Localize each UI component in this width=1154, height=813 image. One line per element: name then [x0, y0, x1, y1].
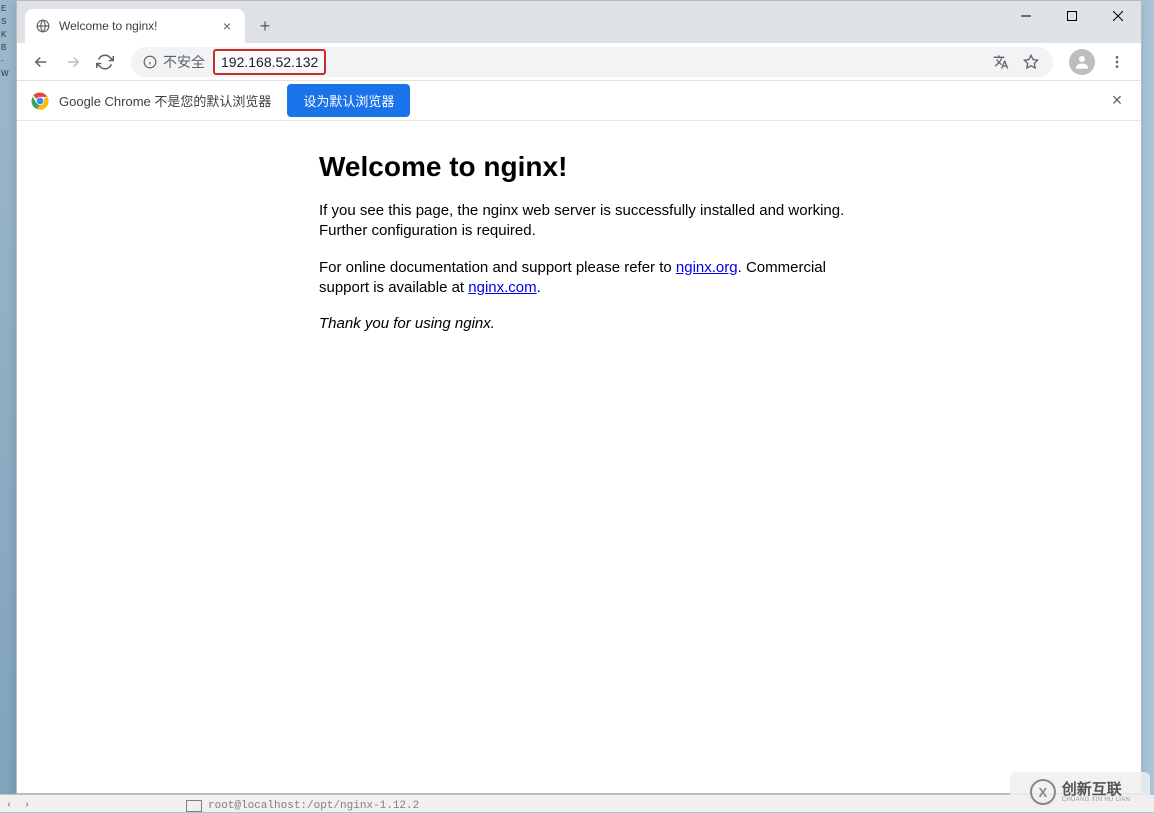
nginx-com-link[interactable]: nginx.com [468, 279, 536, 296]
new-tab-button[interactable]: + [251, 12, 279, 40]
nginx-org-link[interactable]: nginx.org [676, 259, 738, 276]
default-browser-infobar: Google Chrome 不是您的默认浏览器 设为默认浏览器 × [17, 81, 1141, 121]
menu-button[interactable] [1101, 46, 1133, 78]
globe-icon [35, 18, 51, 34]
tab-strip: Welcome to nginx! × + [17, 1, 279, 43]
titlebar: Welcome to nginx! × + [17, 1, 1141, 43]
back-button[interactable] [25, 46, 57, 78]
reload-button[interactable] [89, 46, 121, 78]
url-highlight-box: 192.168.52.132 [213, 49, 326, 75]
infobar-message: Google Chrome 不是您的默认浏览器 [59, 91, 271, 110]
close-icon[interactable]: × [219, 18, 235, 34]
taskbar-terminal-hint: root@localhost:/opt/nginx-1.12.2 [180, 800, 419, 812]
page-heading: Welcome to nginx! [319, 151, 879, 183]
close-infobar-button[interactable]: × [1107, 90, 1127, 111]
window-controls [1003, 1, 1141, 31]
url-text: 192.168.52.132 [221, 54, 318, 70]
set-default-browser-button[interactable]: 设为默认浏览器 [287, 84, 410, 117]
address-bar[interactable]: 不安全 192.168.52.132 [131, 47, 1053, 77]
maximize-button[interactable] [1049, 1, 1095, 31]
star-icon[interactable] [1021, 52, 1041, 72]
toolbar: 不安全 192.168.52.132 [17, 43, 1141, 81]
tab-title: Welcome to nginx! [59, 19, 219, 33]
info-icon [143, 55, 157, 69]
minimize-button[interactable] [1003, 1, 1049, 31]
translate-icon[interactable] [991, 52, 1011, 72]
not-secure-label: 不安全 [163, 52, 205, 72]
close-window-button[interactable] [1095, 1, 1141, 31]
chrome-icon [31, 92, 49, 110]
profile-avatar[interactable] [1069, 49, 1095, 75]
browser-window: Welcome to nginx! × + [16, 0, 1142, 794]
forward-button[interactable] [57, 46, 89, 78]
terminal-icon [186, 800, 202, 812]
page-content: Welcome to nginx! If you see this page, … [17, 121, 1141, 370]
page-thanks: Thank you for using nginx. [319, 314, 879, 334]
page-paragraph-2: For online documentation and support ple… [319, 258, 879, 299]
desktop-left-edge: ESKB-W [0, 0, 16, 812]
browser-tab[interactable]: Welcome to nginx! × [25, 9, 245, 43]
bottom-scroll-strip: ‹ › root@localhost:/opt/nginx-1.12.2 [0, 794, 1154, 812]
scroll-right-button[interactable]: › [18, 795, 36, 813]
page-paragraph-1: If you see this page, the nginx web serv… [319, 201, 879, 242]
scroll-left-button[interactable]: ‹ [0, 795, 18, 813]
